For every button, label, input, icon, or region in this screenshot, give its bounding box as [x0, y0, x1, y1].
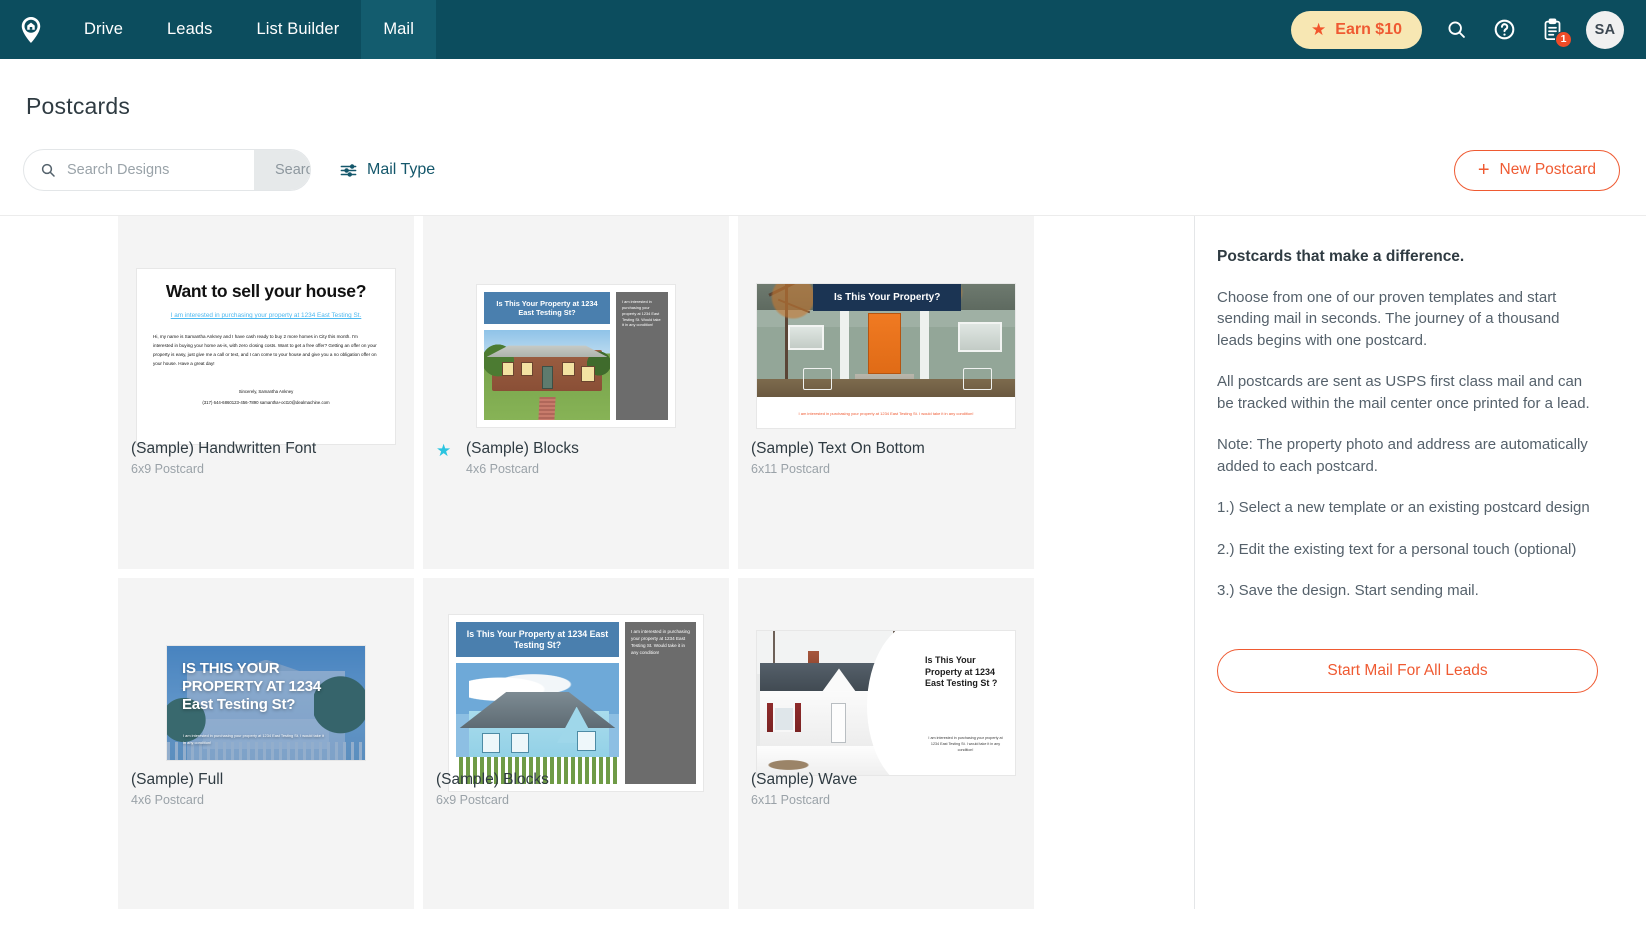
template-card-wave[interactable]: Is This Your Property at 1234 East Testi… — [738, 578, 1034, 909]
postcard-body-text: Hi, my name is Samantha Ankney and I hav… — [153, 333, 379, 369]
earn-reward-button[interactable]: ★ Earn $10 — [1291, 11, 1422, 49]
postcard-template-grid: Want to sell your house? I am interested… — [118, 216, 1194, 909]
avatar-initials: SA — [1595, 22, 1616, 38]
postcard-preview-text-on-bottom: Is This Your Property? I am interested i… — [756, 283, 1016, 429]
property-photo — [484, 330, 610, 420]
app-logo[interactable] — [0, 15, 62, 45]
nav-tab-list-builder[interactable]: List Builder — [234, 0, 361, 59]
search-designs-field[interactable]: Search — [23, 149, 311, 191]
postcard-preview-blocks-4x6: Is This Your Property at 1234 East Testi… — [476, 284, 676, 428]
info-note: Note: The property photo and address are… — [1217, 434, 1598, 477]
avatar[interactable]: SA — [1586, 11, 1624, 49]
postcard-preview-wave: Is This Your Property at 1234 East Testi… — [756, 630, 1016, 776]
info-paragraph-1: Choose from one of our proven templates … — [1217, 287, 1598, 351]
template-card-full[interactable]: IS THIS YOUR PROPERTY AT 1234 East Testi… — [118, 578, 414, 909]
plus-icon: + — [1478, 160, 1490, 180]
search-icon[interactable] — [1442, 16, 1470, 44]
postcard-link-text: I am interested in purchasing your prope… — [153, 312, 379, 321]
template-card-handwritten[interactable]: Want to sell your house? I am interested… — [118, 216, 414, 569]
template-size: 6x9 Postcard — [131, 462, 404, 476]
template-card-text-on-bottom[interactable]: Is This Your Property? I am interested i… — [738, 216, 1034, 569]
postcard-headline: Is This Your Property at 1234 East Testi… — [456, 622, 619, 657]
template-card-blocks-6x9[interactable]: Is This Your Property at 1234 East Testi… — [423, 578, 729, 909]
primary-nav-tabs: Drive Leads List Builder Mail — [62, 0, 436, 59]
postcard-sub-text: I am interested in purchasing your prope… — [925, 735, 1006, 753]
template-size: 4x6 Postcard — [466, 462, 719, 476]
property-photo — [456, 663, 619, 784]
nav-tab-drive-label: Drive — [84, 20, 123, 39]
top-navigation-bar: Drive Leads List Builder Mail ★ Earn $10 — [0, 0, 1646, 59]
template-size: 6x11 Postcard — [751, 793, 1024, 807]
template-name: (Sample) Wave — [751, 771, 1024, 789]
nav-tab-leads[interactable]: Leads — [145, 0, 234, 59]
earn-reward-label: Earn $10 — [1335, 21, 1402, 39]
info-paragraph-2: All postcards are sent as USPS first cla… — [1217, 371, 1598, 414]
postcard-side-text: I am interested in purchasing your prope… — [616, 292, 668, 420]
template-name: (Sample) Handwritten Font — [131, 440, 404, 458]
nav-tab-list-builder-label: List Builder — [256, 20, 339, 39]
property-photo: Is This Your Property? — [757, 284, 1015, 397]
postcard-headline: Is This Your Property? — [813, 284, 961, 311]
postcard-preview-blocks-6x9: Is This Your Property at 1234 East Testi… — [448, 614, 704, 792]
toolbar: Search Mail Type + New Postcard — [0, 120, 1646, 215]
nav-tab-drive[interactable]: Drive — [62, 0, 145, 59]
template-name: (Sample) Full — [131, 771, 404, 789]
info-step-1: 1.) Select a new template or an existing… — [1217, 497, 1598, 518]
location-pin-home-icon — [16, 15, 46, 45]
nav-actions: ★ Earn $10 1 SA — [1291, 11, 1646, 49]
info-heading: Postcards that make a difference. — [1217, 248, 1598, 266]
start-mail-for-all-leads-button[interactable]: Start Mail For All Leads — [1217, 649, 1598, 693]
search-input[interactable] — [67, 150, 254, 190]
property-photo — [757, 631, 921, 775]
info-panel: Postcards that make a difference. Choose… — [1194, 216, 1646, 909]
notification-badge: 1 — [1555, 31, 1572, 48]
clipboard-icon[interactable]: 1 — [1538, 16, 1566, 44]
postcard-footer-text: I am interested in purchasing your prope… — [799, 411, 974, 417]
postcard-headline: Is This Your Property at 1234 East Testi… — [925, 655, 1006, 690]
filter-sliders-icon — [339, 161, 358, 180]
info-step-3: 3.) Save the design. Start sending mail. — [1217, 580, 1598, 601]
postcard-preview-full: IS THIS YOUR PROPERTY AT 1234 East Testi… — [166, 645, 366, 761]
postcard-headline: Want to sell your house? — [153, 282, 379, 302]
template-size: 4x6 Postcard — [131, 793, 404, 807]
new-postcard-label: New Postcard — [1500, 161, 1596, 179]
postcard-headline: Is This Your Property at 1234 East Testi… — [484, 292, 610, 324]
mail-type-label: Mail Type — [367, 161, 435, 179]
content-area: Want to sell your house? I am interested… — [0, 215, 1646, 909]
template-card-blocks-4x6[interactable]: Is This Your Property at 1234 East Testi… — [423, 216, 729, 569]
search-icon — [24, 162, 67, 178]
postcard-headline: IS THIS YOUR PROPERTY AT 1234 East Testi… — [182, 660, 349, 714]
nav-tab-mail-label: Mail — [383, 20, 414, 39]
new-postcard-button[interactable]: + New Postcard — [1454, 150, 1620, 191]
template-size: 6x11 Postcard — [751, 462, 1024, 476]
nav-tab-leads-label: Leads — [167, 20, 212, 39]
mail-type-filter[interactable]: Mail Type — [339, 161, 435, 180]
postcard-preview-handwritten: Want to sell your house? I am interested… — [136, 268, 396, 445]
star-icon: ★ — [1311, 21, 1326, 38]
template-size: 6x9 Postcard — [436, 793, 719, 807]
template-name: (Sample) Blocks — [466, 440, 719, 458]
template-grid-column: Want to sell your house? I am interested… — [0, 216, 1194, 909]
template-name: (Sample) Blocks — [436, 771, 719, 789]
postcard-signature: Sincerely, Samantha Ankney — [153, 388, 379, 396]
nav-tab-mail[interactable]: Mail — [361, 0, 436, 59]
postcard-side-text: I am interested in purchasing your prope… — [625, 622, 696, 784]
info-step-2: 2.) Edit the existing text for a persona… — [1217, 539, 1598, 560]
search-button[interactable]: Search — [254, 149, 311, 191]
template-name: (Sample) Text On Bottom — [751, 440, 1024, 458]
help-circle-icon[interactable] — [1490, 16, 1518, 44]
page-title: Postcards — [26, 93, 1646, 120]
postcard-contact: (317) 644-6860123-456-7890 samantha+oct1… — [153, 399, 379, 407]
favorite-star-icon[interactable]: ★ — [436, 442, 466, 461]
postcard-sub-text: I am interested in purchasing your prope… — [183, 733, 325, 747]
page-header: Postcards — [0, 59, 1646, 120]
